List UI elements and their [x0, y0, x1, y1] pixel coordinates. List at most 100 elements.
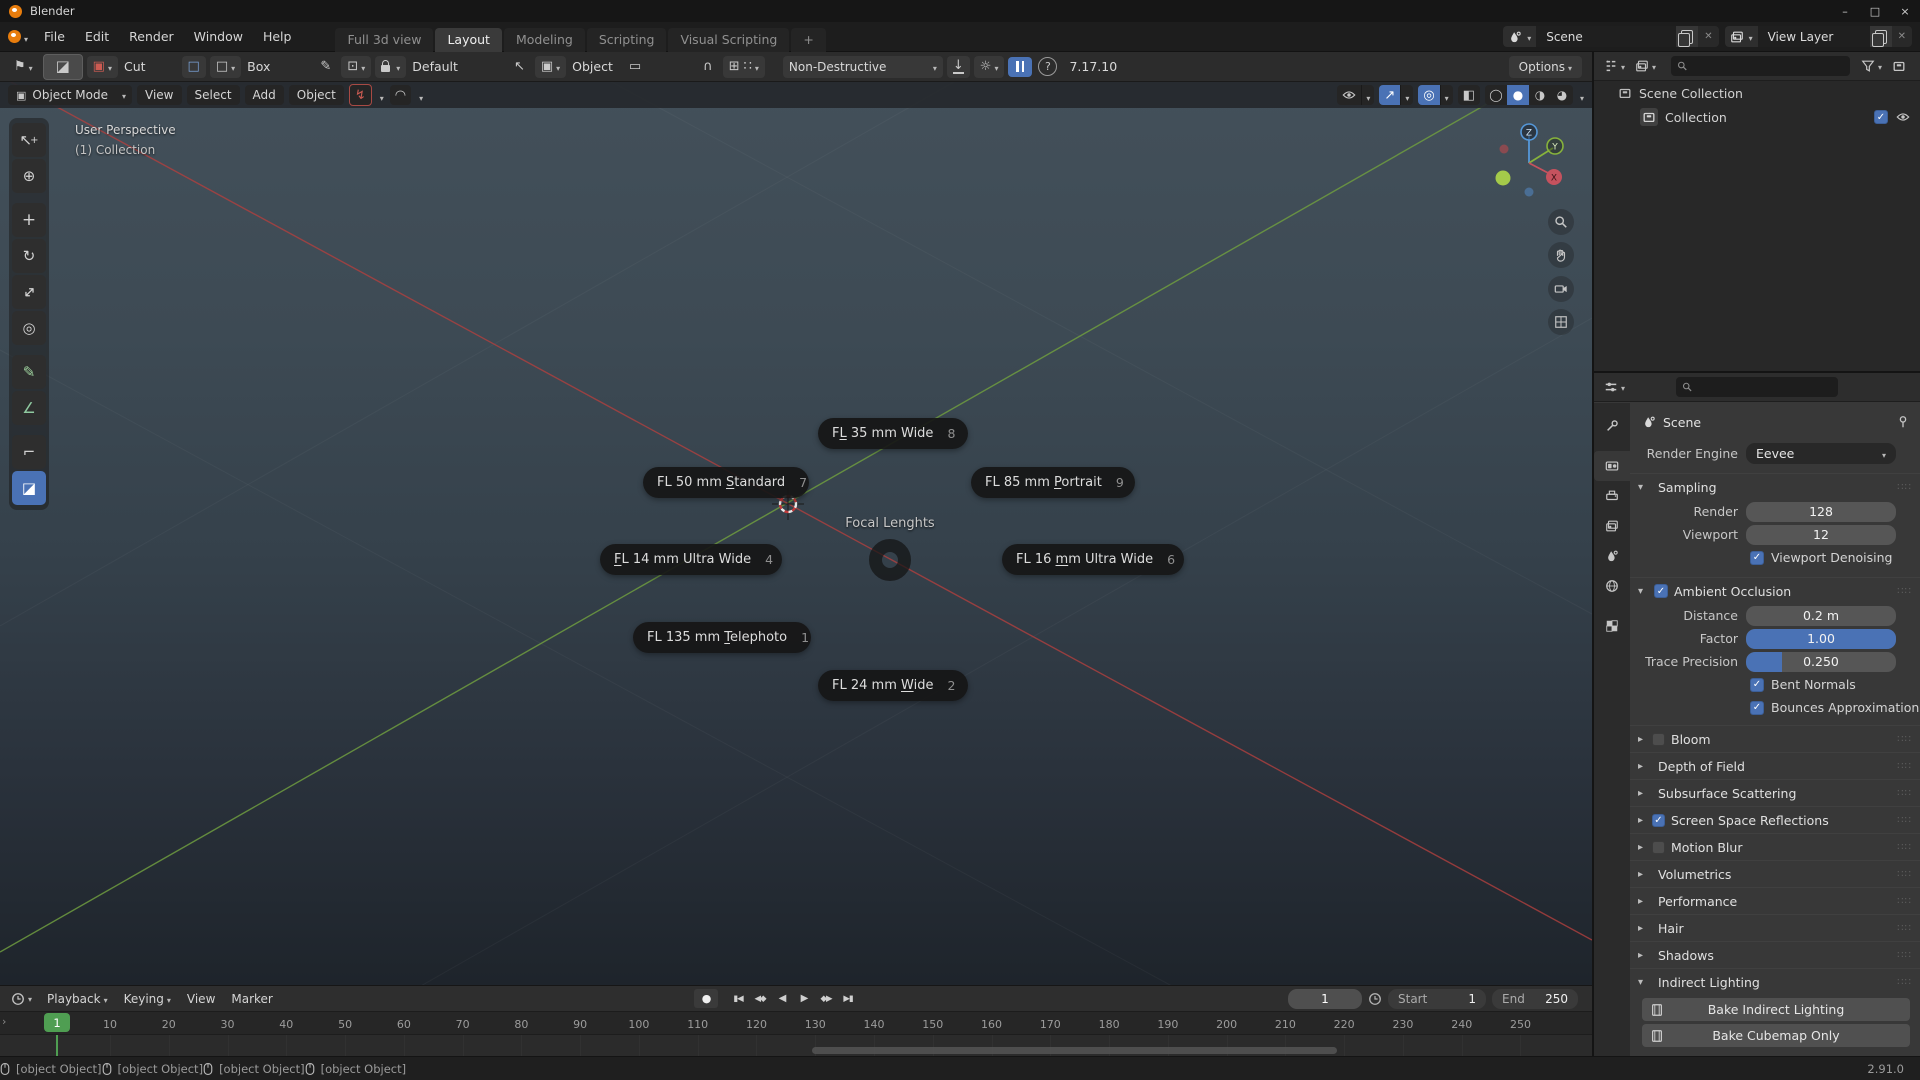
3d-viewport[interactable]: ▣Object Mode ViewSelectAddObject ↯ ◠ ↗ ◎… [0, 82, 1592, 985]
shape-dropdown[interactable]: □ [210, 56, 241, 78]
import-button[interactable]: ↓ [947, 56, 970, 78]
properties-search-input[interactable] [1697, 379, 1832, 395]
scene-copy-button[interactable] [1676, 26, 1698, 47]
view-layer-copy-button[interactable] [1870, 26, 1892, 47]
snap-magnet-toggle[interactable]: ∩ [697, 56, 719, 78]
cut-mode-dropdown[interactable]: ▣ [87, 56, 118, 78]
play-reverse-button[interactable]: ◀ [772, 989, 792, 1008]
collection-checkbox[interactable] [1874, 110, 1888, 124]
tool-cursor[interactable]: ⊕ [12, 159, 46, 193]
panel-checkbox[interactable] [1652, 733, 1665, 746]
snap-point-dropdown[interactable]: ⊡ [341, 56, 371, 78]
workspace-tab[interactable]: Scripting [587, 28, 667, 52]
panel-header[interactable]: ▸ Subsurface Scattering ∷∷ [1630, 779, 1920, 806]
monitor-icon[interactable]: ▭ [623, 56, 647, 78]
tool-measure[interactable]: ∠ [12, 391, 46, 425]
view-layer-name[interactable]: View Layer [1758, 26, 1870, 47]
timeline-ruler[interactable]: › 10203040506070809010011012013014015016… [0, 1012, 1592, 1035]
tool-rotate[interactable]: ↻ [12, 239, 46, 273]
chevron-down-icon[interactable] [1440, 85, 1453, 105]
tab-render[interactable] [1594, 451, 1630, 481]
gizmo-icon[interactable]: ↗ [1379, 85, 1400, 105]
panel-header[interactable]: ▸ Depth of Field ∷∷ [1630, 752, 1920, 779]
expand-arrow-icon[interactable]: › [2, 1015, 6, 1028]
visibility-dropdown[interactable] [1337, 85, 1374, 105]
view-layer-remove-button[interactable]: ✕ [1892, 26, 1912, 47]
pause-button[interactable] [1008, 57, 1032, 77]
viewport-menu-item[interactable]: Select [187, 85, 240, 105]
eye-icon[interactable] [1337, 85, 1361, 105]
editor-type-dropdown[interactable] [1601, 380, 1628, 395]
tool-transform[interactable]: ◎ [12, 311, 46, 345]
menu-item[interactable]: File [34, 22, 75, 52]
checkbox[interactable] [1750, 701, 1764, 715]
shading-rendered-button[interactable]: ◕ [1551, 85, 1573, 105]
eye-icon[interactable] [1896, 110, 1910, 124]
editor-type-dropdown[interactable] [8, 991, 35, 1006]
shading-solid-button[interactable]: ● [1507, 85, 1529, 105]
pie-menu-item[interactable]: FL 35 mm Wide 8 [818, 418, 968, 449]
current-frame-indicator[interactable]: 1 [44, 1013, 70, 1032]
pie-menu-item[interactable]: FL 16 mm Ultra Wide 6 [1002, 544, 1184, 575]
pie-menu-item[interactable]: FL 24 mm Wide 2 [818, 670, 968, 701]
panel-grip[interactable]: ∷∷ [1897, 761, 1912, 772]
panel-grip[interactable]: ∷∷ [1897, 869, 1912, 880]
panel-grip[interactable]: ∷∷ [1897, 977, 1912, 988]
workspace-tab[interactable]: + [791, 28, 825, 52]
display-mode-dropdown[interactable] [1632, 59, 1659, 74]
panel-header[interactable]: ▸ Volumetrics ∷∷ [1630, 860, 1920, 887]
scene-unlink-button[interactable]: ✕ [1698, 26, 1718, 47]
settings-gear-dropdown[interactable]: ☼ [974, 56, 1005, 78]
panel-grip[interactable]: ∷∷ [1897, 896, 1912, 907]
outliner-search[interactable] [1671, 56, 1850, 76]
menu-item[interactable]: Render [119, 22, 184, 52]
slider-field[interactable]: 0.250 [1746, 652, 1896, 672]
xray-toggle[interactable]: ◧ [1458, 85, 1480, 105]
tab-world[interactable] [1594, 571, 1630, 601]
tab-output[interactable] [1594, 481, 1630, 511]
jump-to-end-button[interactable]: ▶▮ [838, 989, 858, 1008]
auto-keying-button[interactable] [694, 989, 718, 1008]
end-frame-field[interactable]: End 250 [1492, 989, 1578, 1009]
chevron-down-icon[interactable] [1580, 86, 1584, 105]
tool-move[interactable]: + [12, 203, 46, 237]
tab-texture[interactable] [1594, 611, 1630, 641]
panel-grip[interactable]: ∷∷ [1897, 734, 1912, 745]
menu-item[interactable]: Window [184, 22, 253, 52]
viewport-menu-item[interactable]: View [137, 85, 181, 105]
start-frame-field[interactable]: Start 1 [1388, 989, 1486, 1009]
outliner-row-scene-collection[interactable]: Scene Collection [1594, 81, 1920, 105]
viewport-menu-item[interactable]: Add [245, 85, 284, 105]
panel-grip[interactable]: ∷∷ [1897, 842, 1912, 853]
slider-field[interactable]: 0.2 m [1746, 606, 1896, 626]
annotate-line-icon[interactable]: ✎ [314, 56, 337, 78]
viewport-denoising-checkbox[interactable] [1750, 551, 1764, 565]
shape-curve-button[interactable]: □ [182, 56, 206, 78]
slider-field[interactable]: 1.00 [1746, 629, 1896, 649]
panel-header[interactable]: ▸ Motion Blur ∷∷ [1630, 833, 1920, 860]
bake-button[interactable]: Bake Cubemap Only [1642, 1024, 1910, 1047]
pie-menu-item[interactable]: FL 14 mm Ultra Wide 4 [600, 544, 782, 575]
timeline-menu-item[interactable]: Keying [116, 992, 179, 1006]
outliner-row-collection[interactable]: Collection [1594, 105, 1920, 129]
viewport-menu-item[interactable]: Object [289, 85, 344, 105]
ambient-occlusion-checkbox[interactable] [1654, 584, 1668, 598]
panel-header[interactable]: ▸ Screen Space Reflections ∷∷ [1630, 806, 1920, 833]
number-field[interactable]: 12 [1746, 525, 1896, 545]
timeline-scrollbar[interactable] [812, 1047, 1337, 1054]
chevron-down-icon[interactable] [1400, 85, 1413, 105]
editor-type-dropdown[interactable] [1601, 59, 1628, 74]
filter-dropdown[interactable] [1858, 59, 1885, 74]
prev-keyframe-button[interactable]: ◀◆ [750, 989, 770, 1008]
pivot-dropdown[interactable]: ▣ [535, 56, 566, 78]
menu-item[interactable]: Help [253, 22, 302, 52]
tab-scene[interactable] [1594, 541, 1630, 571]
outliner-search-input[interactable] [1693, 58, 1844, 74]
properties-search[interactable] [1676, 377, 1838, 397]
playhead-line[interactable] [56, 1035, 58, 1057]
tab-view-layer[interactable] [1594, 511, 1630, 541]
panel-header-ambient-occlusion[interactable]: ▾ Ambient Occlusion ∷∷ [1630, 577, 1920, 604]
chevron-down-icon[interactable] [419, 86, 423, 105]
render-engine-dropdown[interactable]: Eevee [1746, 443, 1896, 464]
play-button[interactable]: ▶ [794, 989, 814, 1008]
